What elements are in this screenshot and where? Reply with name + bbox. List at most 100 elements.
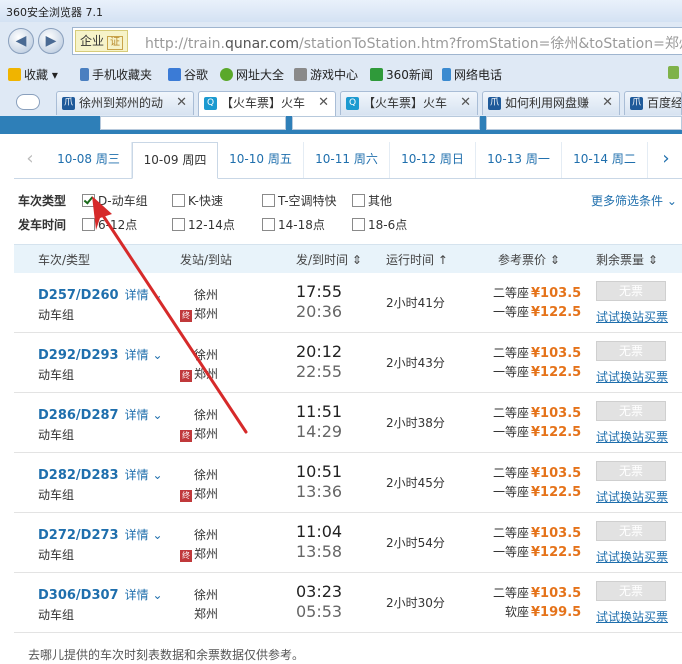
filter-other[interactable]: 其他 (352, 192, 392, 209)
window-title: 360安全浏览器 7.1 (6, 6, 103, 19)
date-tab-4[interactable]: 10-11 周六 (304, 142, 390, 178)
departure-time-label: 发车时间 (18, 218, 67, 232)
browser-chrome: 360安全浏览器 7.1 ◀ ▶ 企业证 http://train.qunar.… (0, 0, 682, 116)
browser-tab-1[interactable]: 爪徐州到郑州的动 ✕ (56, 91, 194, 115)
date-tab-6[interactable]: 10-13 周一 (476, 142, 562, 178)
bookmark-net-phone[interactable]: 网络电话 (442, 66, 502, 83)
site-badge-label: 企业 (80, 34, 105, 48)
bookmark-google[interactable]: 谷歌 (168, 66, 208, 83)
apps-grid-icon[interactable] (668, 66, 682, 80)
checkbox-icon[interactable] (82, 218, 95, 231)
col-price[interactable]: 参考票价 ⇕ (498, 251, 560, 268)
date-tab-1[interactable]: 10-08 周三 (46, 142, 132, 178)
col-remaining[interactable]: 剩余票量 ⇕ (596, 251, 658, 268)
date-tab-3[interactable]: 10-10 周五 (218, 142, 304, 178)
duration: 2小时30分 (386, 596, 445, 610)
train-code-link[interactable]: D292/D293 详情 ⌄ (38, 346, 163, 363)
departure-time: 17:55 (296, 282, 343, 301)
filter-time-18-6[interactable]: 18-6点 (352, 216, 407, 233)
try-other-station-link[interactable]: 试试换站买票 (596, 548, 668, 565)
filter-t-express[interactable]: T-空调特快 (262, 192, 337, 209)
site-identity-badge[interactable]: 企业证 (75, 30, 129, 52)
arrival-time: 13:36 (296, 482, 343, 501)
close-tab-icon[interactable]: ✕ (460, 92, 471, 114)
bookmark-web-directory[interactable]: 网址大全 (220, 66, 284, 83)
try-other-station-link[interactable]: 试试换站买票 (596, 608, 668, 625)
train-type-filter: 车次类型 D-动车组 K-快速 T-空调特快 其他 更多筛选条件 ⌄ (18, 190, 682, 210)
chevron-left-icon: ‹ (26, 148, 34, 169)
checkbox-icon[interactable] (352, 194, 365, 207)
chevron-down-icon: ⌄ (152, 348, 163, 362)
date-tab-2-selected[interactable]: 10-09 周四 (132, 142, 218, 179)
train-code-link[interactable]: D282/D283 详情 ⌄ (38, 466, 163, 483)
try-other-station-link[interactable]: 试试换站买票 (596, 308, 668, 325)
chevron-down-icon: ⌄ (152, 528, 163, 542)
filter-k-express[interactable]: K-快速 (172, 192, 223, 209)
close-tab-icon[interactable]: ✕ (176, 92, 187, 114)
col-duration[interactable]: 运行时间 ↑ (386, 251, 448, 268)
arrow-right-icon: ▶ (45, 33, 57, 49)
web-directory-icon (220, 68, 233, 81)
col-times[interactable]: 发/到时间 ⇕ (296, 251, 362, 268)
tab-strip: 爪徐州到郑州的动 ✕ Q 【火车票】火车 ✕ Q 【火车票】火车 ✕ 爪如何利用网盘赚 ✕ … (0, 88, 682, 116)
search-header-strip (0, 116, 682, 134)
to-station-input[interactable] (292, 116, 480, 130)
bookmark-mobile[interactable]: 手机收藏夹 (80, 66, 152, 83)
next-dates-button[interactable]: › (650, 142, 682, 178)
bookmarks-bar: 收藏 ▾ 手机收藏夹 谷歌 网址大全 游戏中心 360新闻 网络电话 (0, 62, 682, 86)
favicon-icon: Q (346, 97, 359, 110)
phone-call-icon (442, 68, 451, 81)
try-other-station-link[interactable]: 试试换站买票 (596, 428, 668, 445)
browser-tab-4[interactable]: 爪如何利用网盘赚 ✕ (482, 91, 620, 115)
date-tab-7[interactable]: 10-14 周二 (562, 142, 648, 178)
checkbox-icon[interactable] (262, 218, 275, 231)
duration: 2小时43分 (386, 356, 445, 370)
train-code-link[interactable]: D257/D260 详情 ⌄ (38, 286, 163, 303)
price-line-1: 二等座 ¥103.5 (493, 466, 582, 481)
train-code-link[interactable]: D286/D287 详情 ⌄ (38, 406, 163, 423)
train-code-link[interactable]: D272/D273 详情 ⌄ (38, 526, 163, 543)
back-button[interactable]: ◀ (8, 28, 34, 54)
filter-d-emu[interactable]: D-动车组 (82, 192, 148, 209)
filter-time-12-14[interactable]: 12-14点 (172, 216, 235, 233)
checkbox-checked-icon[interactable] (82, 194, 95, 207)
train-code-link[interactable]: D306/D307 详情 ⌄ (38, 586, 163, 603)
bookmark-game-center[interactable]: 游戏中心 (294, 66, 358, 83)
date-tabs: ‹ 10-08 周三 10-09 周四 10-10 周五 10-11 周六 10… (14, 142, 682, 179)
close-tab-icon[interactable]: ✕ (602, 92, 613, 114)
close-tab-icon[interactable]: ✕ (318, 92, 329, 114)
to-station: 终郑州 (180, 547, 219, 562)
results-table-header: 车次/类型 发站/到站 发/到时间 ⇕ 运行时间 ↑ 参考票价 ⇕ 剩余票量 ⇕ (14, 244, 682, 273)
date-tab-5[interactable]: 10-12 周日 (390, 142, 476, 178)
filter-time-6-12[interactable]: 6-12点 (82, 216, 137, 233)
checkbox-icon[interactable] (352, 218, 365, 231)
try-other-station-link[interactable]: 试试换站买票 (596, 488, 668, 505)
price-line-2: 一等座 ¥122.5 (493, 425, 582, 440)
url-text: http://train.qunar.com/stationToStation.… (145, 36, 682, 52)
prev-dates-button[interactable]: ‹ (14, 142, 46, 178)
from-station-input[interactable] (100, 116, 286, 130)
terminal-badge-icon: 终 (180, 490, 192, 502)
bookmark-favorites[interactable]: 收藏 ▾ (8, 66, 58, 83)
cloud-icon[interactable] (16, 94, 40, 110)
price-line-1: 二等座 ¥103.5 (493, 346, 582, 361)
date-input[interactable] (486, 116, 682, 130)
checkbox-icon[interactable] (172, 194, 185, 207)
filter-time-14-18[interactable]: 14-18点 (262, 216, 325, 233)
checkbox-icon[interactable] (172, 218, 185, 231)
try-other-station-link[interactable]: 试试换站买票 (596, 368, 668, 385)
train-type: 动车组 (38, 488, 75, 502)
checkbox-icon[interactable] (262, 194, 275, 207)
browser-tab-3[interactable]: Q 【火车票】火车 ✕ (340, 91, 478, 115)
arrival-time: 20:36 (296, 302, 343, 321)
star-icon (8, 68, 21, 81)
news-icon (370, 68, 383, 81)
bookmark-360-news[interactable]: 360新闻 (370, 66, 433, 83)
chevron-down-icon: ⌄ (152, 408, 163, 422)
browser-tab-5[interactable]: 爪百度经 (624, 91, 682, 115)
more-filters-link[interactable]: 更多筛选条件 ⌄ (591, 192, 677, 209)
browser-tab-2[interactable]: Q 【火车票】火车 ✕ (198, 91, 336, 116)
address-bar[interactable]: 企业证 http://train.qunar.com/stationToStat… (72, 27, 682, 55)
sold-out-button: 无票 (596, 581, 666, 601)
forward-button[interactable]: ▶ (38, 28, 64, 54)
